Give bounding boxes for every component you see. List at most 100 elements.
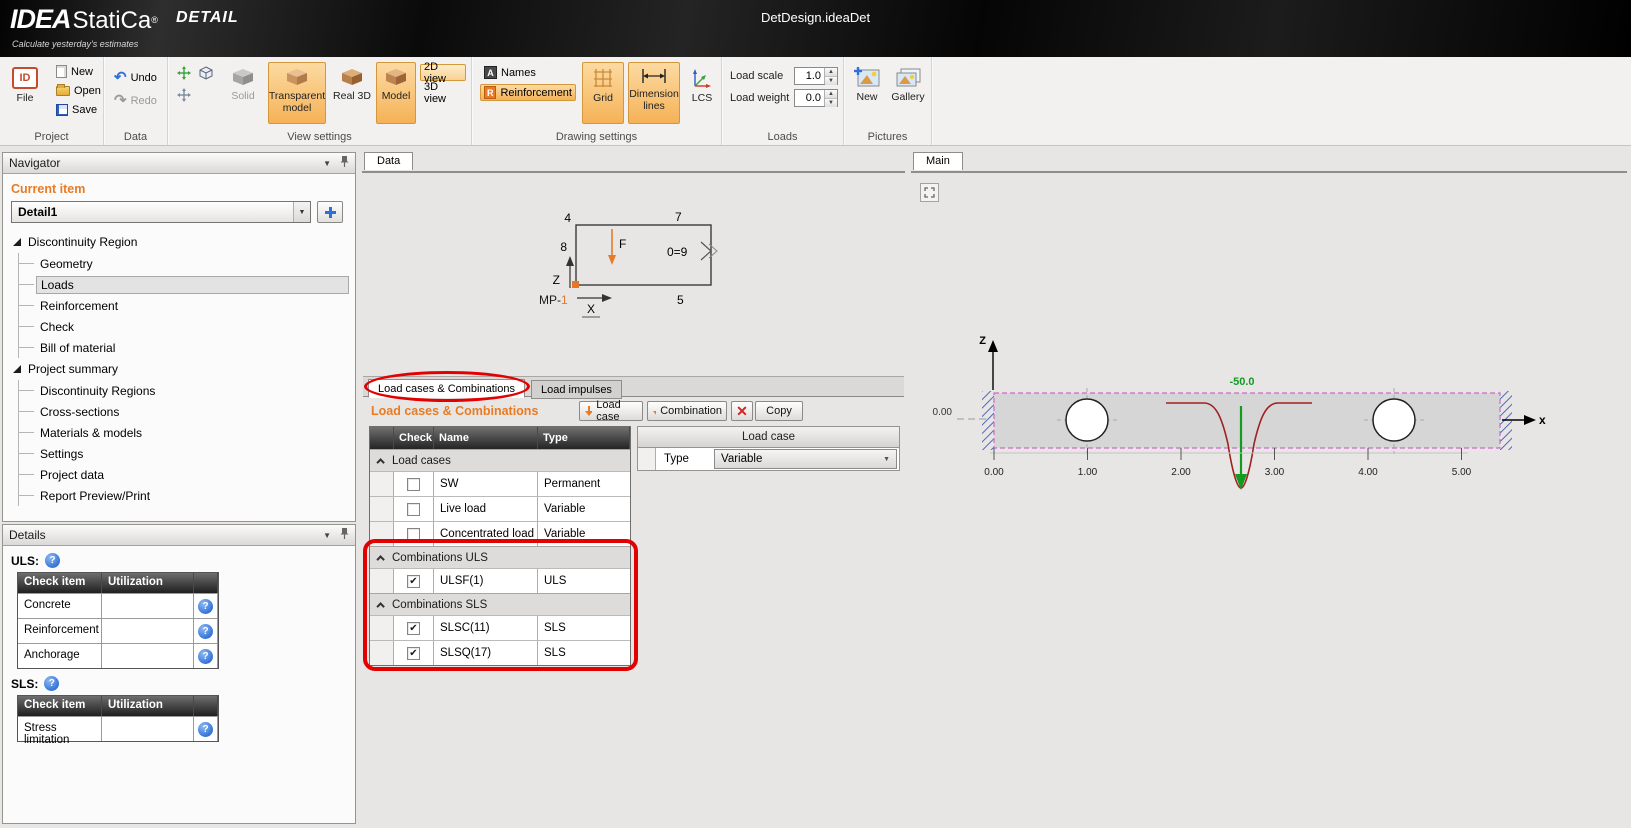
- group-load-cases[interactable]: Load cases: [370, 449, 630, 471]
- tree-item-materials-models[interactable]: Materials & models: [19, 422, 349, 443]
- pan-tool-button[interactable]: [174, 85, 193, 104]
- view-2d-button[interactable]: 2D view: [420, 64, 466, 81]
- load-scale-down-icon[interactable]: ▼: [825, 77, 837, 85]
- checkbox-checked[interactable]: ✔: [407, 575, 420, 588]
- x-axis-label: X: [587, 302, 595, 316]
- data-panel: Data 4 7 8 0=9 5 F Z: [362, 152, 905, 824]
- group-combinations-uls[interactable]: Combinations ULS: [370, 546, 630, 568]
- tab-main[interactable]: Main: [913, 152, 963, 170]
- pin-icon[interactable]: [340, 527, 349, 543]
- tree-item-settings[interactable]: Settings: [19, 443, 349, 464]
- load-weight-value[interactable]: 0.0: [795, 90, 824, 106]
- table-row-live-load[interactable]: Live load Variable: [370, 496, 630, 521]
- help-icon[interactable]: ?: [198, 624, 213, 639]
- copy-button[interactable]: Copy: [755, 401, 803, 421]
- grid-toggle-button[interactable]: Grid: [582, 62, 624, 124]
- checkbox[interactable]: [407, 478, 420, 491]
- lcs-toggle-button[interactable]: LCS: [684, 62, 720, 124]
- add-combination-button[interactable]: Combination: [647, 401, 727, 421]
- table-row-concentrated-load[interactable]: Concentrated load Variable: [370, 521, 630, 546]
- file-button[interactable]: ID File: [6, 62, 44, 122]
- zoom-fit-button[interactable]: [920, 183, 939, 202]
- col-utilization: Utilization: [102, 573, 194, 593]
- add-detail-button[interactable]: [317, 201, 343, 223]
- delete-button[interactable]: ✕: [731, 401, 753, 421]
- save-project-button[interactable]: Save: [52, 101, 101, 118]
- reinforcement-toggle-button[interactable]: R Reinforcement: [480, 84, 576, 101]
- load-position-sketch[interactable]: 4 7 8 0=9 5 F Z X: [363, 172, 904, 376]
- dimension-lines-toggle-button[interactable]: Dimension lines: [628, 62, 680, 124]
- tree-item-loads[interactable]: Loads: [19, 274, 349, 295]
- load-weight-stepper[interactable]: 0.0 ▲▼: [794, 89, 838, 107]
- structure-view-canvas[interactable]: -50.0 Z x 0.00: [912, 172, 1626, 822]
- add-load-case-button[interactable]: Load case: [579, 401, 643, 421]
- ruler-labels: 0.00 1.00 2.00 3.00 4.00 5.00: [984, 467, 1471, 478]
- open-project-button[interactable]: Open: [52, 82, 105, 99]
- idea-id-icon: ID: [12, 67, 38, 89]
- table-row-ulsf1[interactable]: ✔ ULSF(1) ULS: [370, 568, 630, 593]
- view-3d-button[interactable]: 3D view: [420, 84, 466, 101]
- tree-node-project-summary[interactable]: Project summary: [3, 358, 355, 380]
- table-row: Anchorage ?: [18, 643, 218, 668]
- load-scale-value[interactable]: 1.0: [795, 68, 824, 84]
- tree-node-discontinuity-region[interactable]: Discontinuity Region: [3, 231, 355, 253]
- solid-view-button[interactable]: Solid: [222, 62, 264, 124]
- current-item-dropdown[interactable]: Detail1 ▼: [11, 201, 311, 223]
- help-icon[interactable]: ?: [198, 599, 213, 614]
- sls-results-table: Check item Utilization Stress limitation…: [17, 695, 219, 742]
- help-icon[interactable]: ?: [198, 649, 213, 664]
- model-view-button[interactable]: Model: [376, 62, 416, 124]
- transparent-model-button[interactable]: Transparent model: [268, 62, 326, 124]
- tree-item-cross-sections[interactable]: Cross-sections: [19, 401, 349, 422]
- dropdown-arrow-icon[interactable]: ▼: [293, 202, 310, 222]
- load-scale-up-icon[interactable]: ▲: [825, 68, 837, 77]
- tab-load-cases-combinations[interactable]: Load cases & Combinations: [368, 379, 525, 398]
- tree-item-geometry[interactable]: Geometry: [19, 253, 349, 274]
- node-label: 8: [560, 240, 567, 254]
- real-3d-block-icon: [339, 67, 365, 87]
- plus-icon: [325, 207, 336, 218]
- collapse-panel-icon[interactable]: ▼: [323, 531, 331, 540]
- redo-button[interactable]: ↷ Redo: [110, 92, 161, 109]
- tab-load-impulses[interactable]: Load impulses: [531, 380, 622, 399]
- help-icon[interactable]: ?: [45, 553, 60, 568]
- new-picture-button[interactable]: New: [848, 62, 886, 124]
- load-weight-up-icon[interactable]: ▲: [825, 90, 837, 99]
- table-row: Concrete ?: [18, 593, 218, 618]
- table-row-sw[interactable]: SW Permanent: [370, 471, 630, 496]
- collapse-panel-icon[interactable]: ▼: [323, 159, 331, 168]
- names-toggle-button[interactable]: A Names: [480, 64, 576, 81]
- tree-item-discontinuity-regions[interactable]: Discontinuity Regions: [19, 380, 349, 401]
- cube-view-button[interactable]: [196, 63, 215, 82]
- gallery-button[interactable]: Gallery: [888, 62, 928, 124]
- checkbox[interactable]: [407, 528, 420, 541]
- load-weight-down-icon[interactable]: ▼: [825, 99, 837, 107]
- dimension-lines-icon: [640, 67, 668, 85]
- table-row-slsq17[interactable]: ✔ SLSQ(17) SLS: [370, 640, 630, 665]
- group-combinations-sls[interactable]: Combinations SLS: [370, 593, 630, 615]
- undo-button[interactable]: ↶ Undo: [110, 69, 161, 86]
- tree-item-report-preview-print[interactable]: Report Preview/Print: [19, 485, 349, 506]
- tree-item-check[interactable]: Check: [19, 316, 349, 337]
- new-project-button[interactable]: New: [52, 63, 97, 80]
- checkbox-checked[interactable]: ✔: [407, 622, 420, 635]
- help-icon[interactable]: ?: [44, 676, 59, 691]
- x-axis-arrowhead: [1524, 415, 1536, 425]
- help-icon[interactable]: ?: [198, 722, 213, 737]
- load-scale-stepper[interactable]: 1.0 ▲▼: [794, 67, 838, 85]
- type-dropdown[interactable]: Variable ▼: [714, 449, 897, 469]
- tree-item-project-data[interactable]: Project data: [19, 464, 349, 485]
- real-3d-button[interactable]: Real 3D: [330, 62, 374, 124]
- checkbox-checked[interactable]: ✔: [407, 647, 420, 660]
- checkbox[interactable]: [407, 503, 420, 516]
- tree-item-reinforcement[interactable]: Reinforcement: [19, 295, 349, 316]
- svg-text:1.00: 1.00: [1078, 467, 1098, 478]
- pin-icon[interactable]: [340, 155, 349, 171]
- tree-item-bill-of-material[interactable]: Bill of material: [19, 337, 349, 358]
- reinforcement-label: Reinforcement: [500, 87, 572, 99]
- tab-data[interactable]: Data: [364, 152, 413, 170]
- type-label: Type: [656, 448, 712, 470]
- gallery-label: Gallery: [891, 91, 924, 103]
- move-tool-button[interactable]: [174, 63, 193, 82]
- table-row-slsc11[interactable]: ✔ SLSC(11) SLS: [370, 615, 630, 640]
